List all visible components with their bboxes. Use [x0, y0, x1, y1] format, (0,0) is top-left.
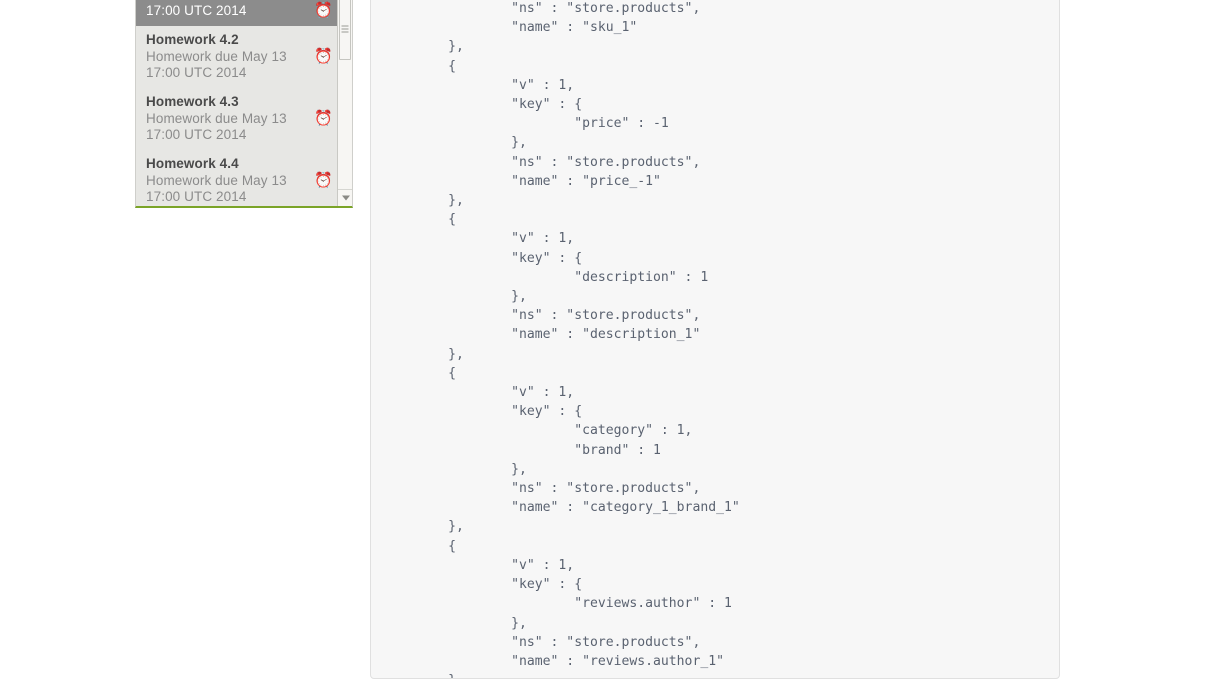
assignment-title: Homework 4.4	[146, 156, 239, 171]
scrollbar-down-button[interactable]	[338, 189, 352, 206]
chevron-down-icon	[341, 195, 350, 201]
alarm-clock-icon: ⏰	[314, 110, 333, 127]
assignment-list-viewport: 17:00 UTC 2014 ⏰ Homework 4.2 Homework d…	[136, 0, 340, 206]
scrollbar-grip-icon	[341, 25, 349, 33]
list-item[interactable]: Homework 4.4 Homework due May 13 17:00 U…	[136, 150, 340, 206]
assignment-list-sidebar: 17:00 UTC 2014 ⏰ Homework 4.2 Homework d…	[135, 0, 353, 208]
assignment-due: Homework due May 13 17:00 UTC 2014	[146, 49, 287, 80]
list-item[interactable]: Homework 4.3 Homework due May 13 17:00 U…	[136, 88, 340, 150]
sidebar-scrollbar[interactable]	[337, 0, 352, 206]
list-item[interactable]: 17:00 UTC 2014 ⏰	[136, 0, 340, 26]
page-root: 17:00 UTC 2014 ⏰ Homework 4.2 Homework d…	[0, 0, 1210, 685]
assignment-title: Homework 4.2	[146, 32, 239, 47]
code-output-panel: "ns" : "store.products", "name" : "sku_1…	[370, 0, 1060, 679]
assignment-due: Homework due May 13 17:00 UTC 2014	[146, 173, 287, 204]
code-output-text: "ns" : "store.products", "name" : "sku_1…	[448, 1, 740, 678]
alarm-clock-icon: ⏰	[314, 2, 333, 19]
scrollbar-thumb[interactable]	[339, 0, 351, 60]
alarm-clock-icon: ⏰	[314, 172, 333, 189]
assignment-due: Homework due May 13 17:00 UTC 2014	[146, 111, 287, 142]
code-output-inner: "ns" : "store.products", "name" : "sku_1…	[371, 0, 740, 678]
list-item[interactable]: Homework 4.2 Homework due May 13 17:00 U…	[136, 26, 340, 88]
assignment-due: 17:00 UTC 2014	[146, 3, 247, 18]
alarm-clock-icon: ⏰	[314, 48, 333, 65]
assignment-title: Homework 4.3	[146, 94, 239, 109]
scrollbar-track[interactable]	[338, 0, 352, 189]
